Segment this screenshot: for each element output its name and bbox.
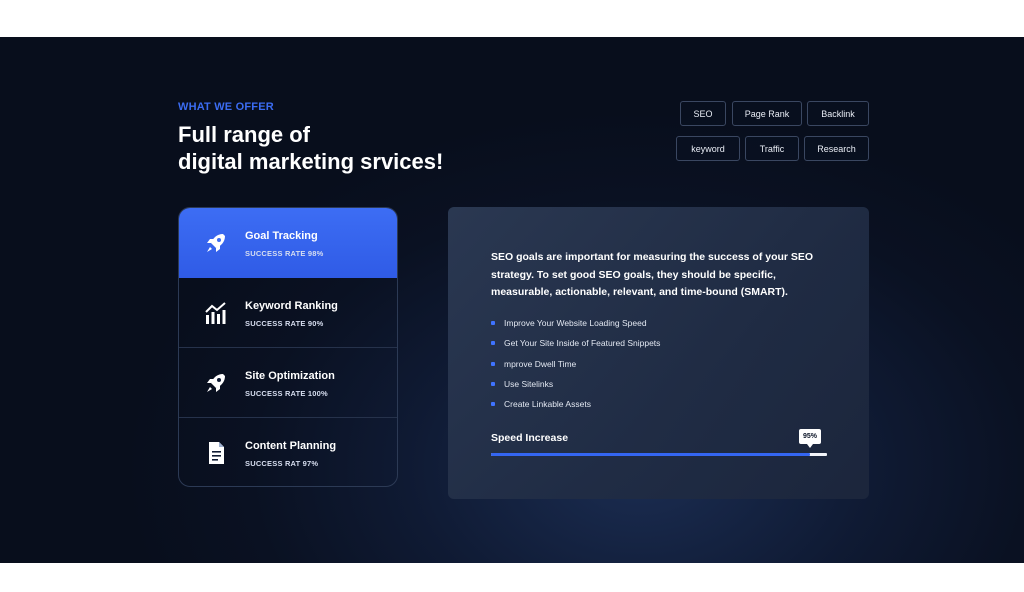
- tab-site-optimization[interactable]: Site Optimization SUCCESS RATE 100%: [179, 348, 397, 418]
- tab-rate: SUCCESS RATE 90%: [245, 319, 324, 328]
- bullet-icon: [491, 381, 495, 386]
- list-item: Create Linkable Assets: [491, 398, 660, 418]
- bullet-icon: [491, 321, 495, 325]
- tag-research[interactable]: Research: [804, 136, 869, 161]
- service-tabs: Goal Tracking SUCCESS RATE 98% Keyword R…: [178, 207, 398, 487]
- tab-content-planning[interactable]: Content Planning SUCCESS RAT 97%: [179, 418, 397, 486]
- bullet-icon: [491, 341, 495, 346]
- list-item: Get Your Site Inside of Featured Snippet…: [491, 337, 660, 357]
- panel-intro: SEO goals are important for measuring th…: [491, 251, 814, 298]
- list-item: Improve Your Website Loading Speed: [491, 317, 660, 337]
- tab-name: Goal Tracking: [245, 230, 318, 242]
- tab-rate: SUCCESS RAT 97%: [245, 459, 319, 468]
- tab-name: Keyword Ranking: [245, 300, 338, 312]
- chart-icon: [205, 302, 226, 324]
- tab-keyword-ranking[interactable]: Keyword Ranking SUCCESS RATE 90%: [179, 278, 397, 348]
- tag-backlink[interactable]: Backlink: [807, 101, 869, 126]
- progress-track: [491, 453, 827, 456]
- tab-name: Site Optimization: [245, 370, 335, 382]
- progress-fill: [491, 453, 810, 456]
- tag-traffic[interactable]: Traffic: [745, 136, 799, 161]
- tab-rate: SUCCESS RATE 100%: [245, 389, 328, 398]
- bullet-icon: [491, 402, 495, 407]
- offer-section: WHAT WE OFFER Full range of digital mark…: [0, 37, 1024, 563]
- list-item: Use Sitelinks: [491, 378, 660, 398]
- rocket-icon: [207, 234, 225, 252]
- list-item: mprove Dwell Time: [491, 358, 660, 378]
- tag-keyword[interactable]: keyword: [676, 136, 740, 161]
- tips-list: Improve Your Website Loading Speed Get Y…: [491, 317, 660, 418]
- tab-name: Content Planning: [245, 440, 337, 452]
- document-icon: [209, 442, 224, 464]
- section-eyebrow: WHAT WE OFFER: [178, 101, 274, 113]
- bullet-icon: [491, 361, 495, 366]
- tag-seo[interactable]: SEO: [680, 101, 726, 126]
- service-detail-panel: SEO goals are important for measuring th…: [448, 207, 869, 499]
- tab-goal-tracking[interactable]: Goal Tracking SUCCESS RATE 98%: [179, 208, 397, 278]
- rocket-icon: [207, 374, 225, 392]
- title-line-1: Full range of: [178, 122, 310, 147]
- tab-rate: SUCCESS RATE 98%: [245, 249, 324, 258]
- section-title: Full range of digital marketing srvices!: [178, 121, 443, 175]
- progress-label: Speed Increase: [491, 432, 569, 444]
- title-line-2: digital marketing srvices!: [178, 149, 444, 174]
- progress-value-badge: 95%: [799, 429, 822, 448]
- tag-page-rank[interactable]: Page Rank: [732, 101, 802, 126]
